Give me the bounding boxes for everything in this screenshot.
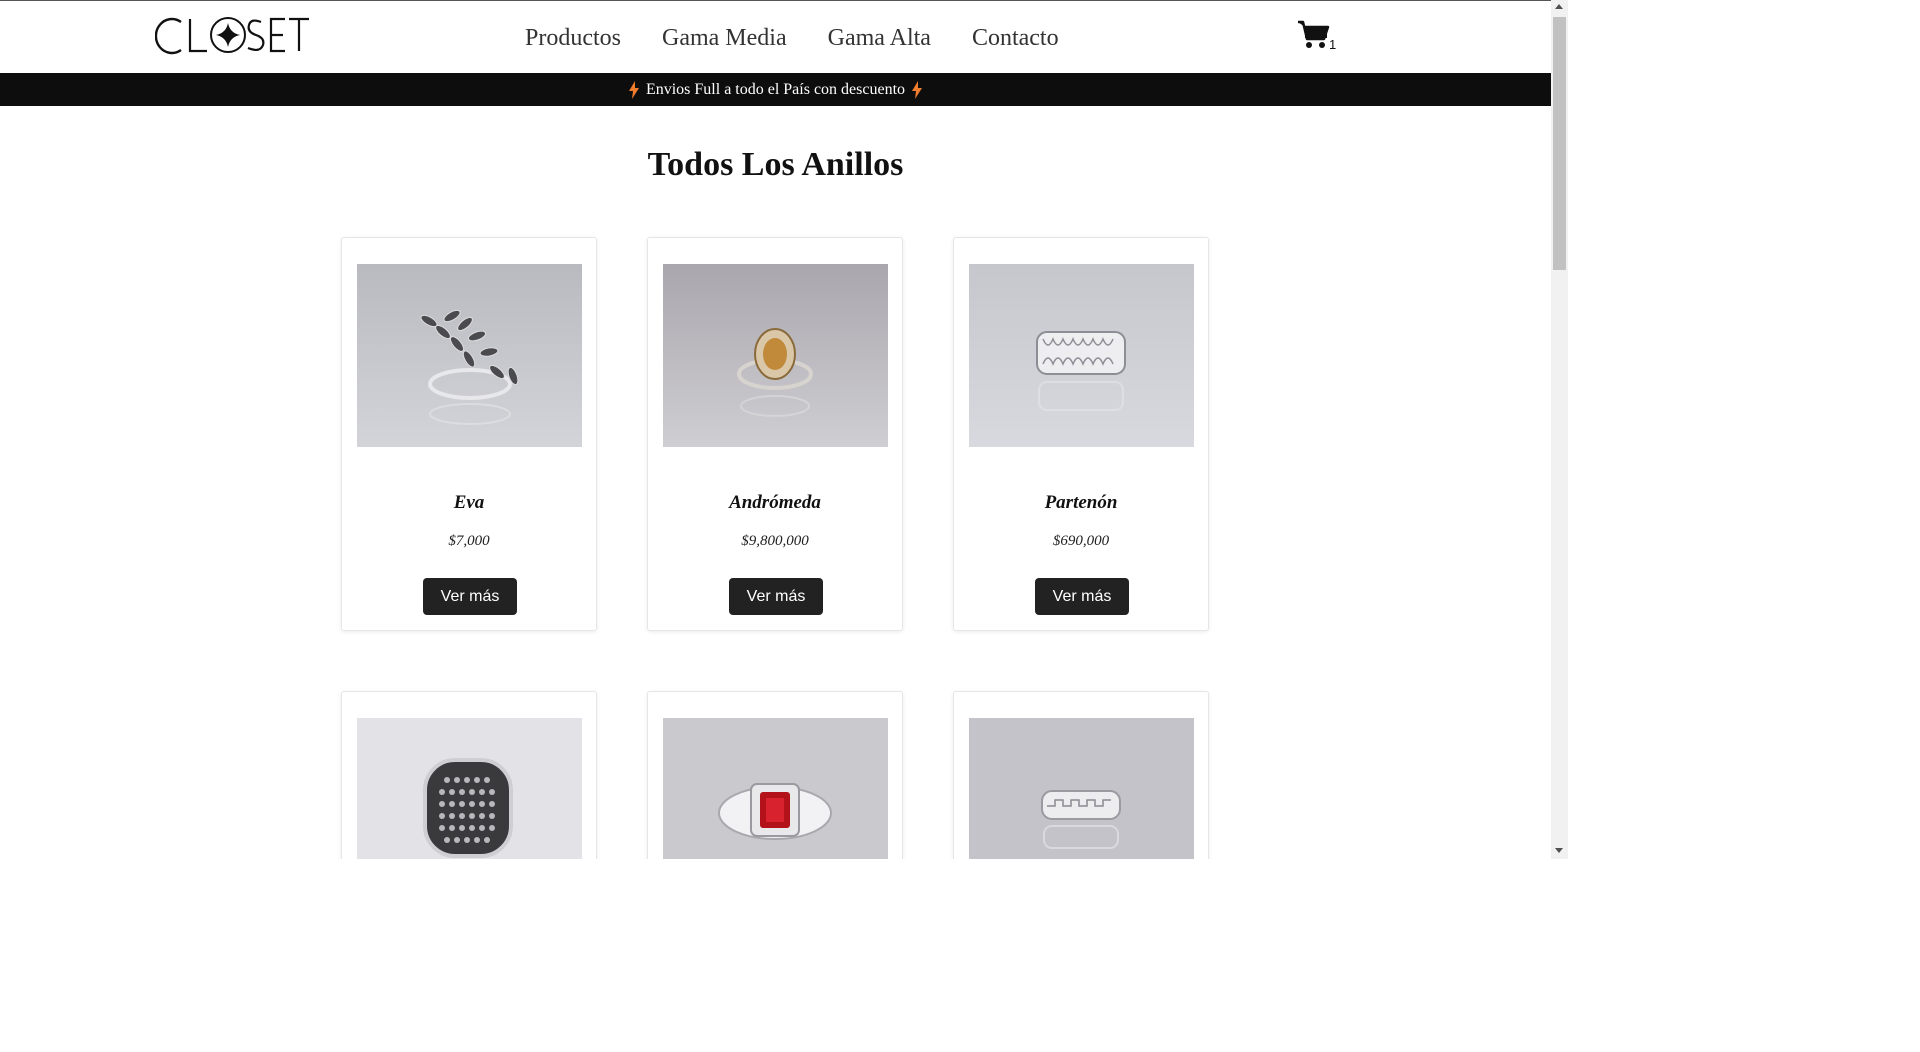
product-image-eva[interactable] <box>357 264 582 447</box>
nav-gama-alta[interactable]: Gama Alta <box>828 23 931 53</box>
product-price: $7,000 <box>448 533 490 549</box>
page: Productos Gama Media Gama Alta Contacto … <box>0 0 1551 859</box>
nav-contacto[interactable]: Contacto <box>972 23 1059 53</box>
product-name: Eva <box>453 492 485 513</box>
lightning-icon <box>912 80 923 99</box>
product-price: $690,000 <box>1052 533 1110 549</box>
promo-banner: Envios Full a todo el País con descuento <box>0 73 1551 106</box>
nav-gama-media[interactable]: Gama Media <box>662 23 787 53</box>
logo-graphic <box>154 17 309 55</box>
lightning-icon <box>628 80 639 99</box>
cart-icon <box>1298 20 1330 48</box>
closet-logo[interactable] <box>154 13 311 59</box>
product-image[interactable] <box>357 718 582 859</box>
product-price: $9,800,000 <box>741 533 809 549</box>
ver-mas-button[interactable]: Ver más <box>1035 578 1129 615</box>
product-image-partenon[interactable] <box>969 264 1194 447</box>
product-image[interactable] <box>663 718 888 859</box>
site-header: Productos Gama Media Gama Alta Contacto … <box>0 1 1551 73</box>
main-nav: Productos Gama Media Gama Alta Contacto <box>525 23 1100 53</box>
vertical-scrollbar[interactable] <box>1551 0 1568 859</box>
scrollbar-thumb[interactable] <box>1553 17 1566 270</box>
ver-mas-button[interactable]: Ver más <box>729 578 823 615</box>
promo-text: Envios Full a todo el País con descuento <box>645 80 906 98</box>
cart-count-badge: 1 <box>1329 37 1337 52</box>
cart-button[interactable]: 1 <box>1297 19 1345 55</box>
page-title: Todos Los Anillos <box>647 146 904 183</box>
product-card: Eva $7,000 Ver más <box>341 237 597 631</box>
product-name: Andrómeda <box>729 492 821 513</box>
product-card: Partenón $690,000 Ver más <box>953 237 1209 631</box>
product-card <box>341 691 597 859</box>
nav-productos[interactable]: Productos <box>525 23 621 53</box>
ver-mas-button[interactable]: Ver más <box>423 578 517 615</box>
scroll-down-arrow-icon[interactable] <box>1555 848 1563 853</box>
scroll-up-arrow-icon[interactable] <box>1555 4 1563 9</box>
product-card <box>953 691 1209 859</box>
product-image[interactable] <box>969 718 1194 859</box>
product-name: Partenón <box>1044 492 1118 513</box>
product-image-andromeda[interactable] <box>663 264 888 447</box>
product-card <box>647 691 903 859</box>
product-card: Andrómeda $9,800,000 Ver más <box>647 237 903 631</box>
